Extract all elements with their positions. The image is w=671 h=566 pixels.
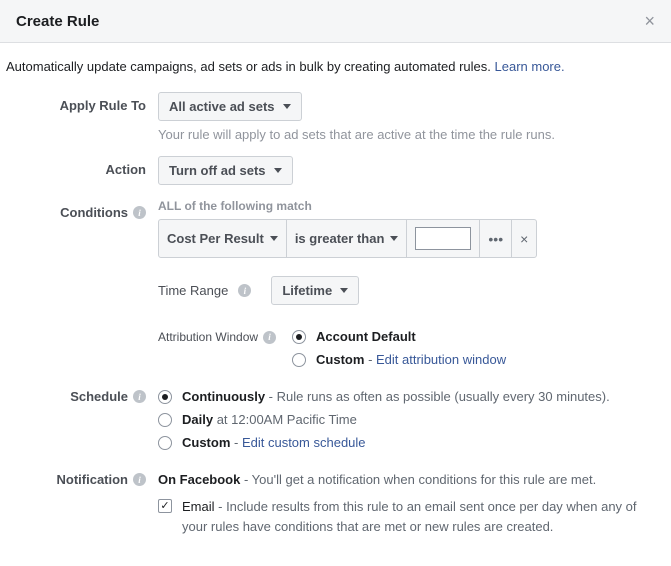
apply-rule-hint: Your rule will apply to ad sets that are… [158,127,655,142]
notification-onfb-label: On Facebook [158,472,240,487]
chevron-down-icon [340,288,348,293]
learn-more-link[interactable]: Learn more. [495,59,565,74]
dialog-title: Create Rule [16,13,99,30]
attribution-custom-radio[interactable] [292,353,306,367]
schedule-continuously-radio[interactable] [158,390,172,404]
condition-operator-value: is greater than [295,231,385,246]
time-range-dropdown[interactable]: Lifetime [271,276,359,305]
conditions-match-header: ALL of the following match [158,199,655,213]
time-range-label: Time Range [158,283,228,298]
info-icon[interactable]: i [238,284,251,297]
intro-desc: Automatically update campaigns, ad sets … [6,59,495,74]
edit-schedule-link[interactable]: Edit custom schedule [242,435,366,450]
schedule-label-text: Schedule [70,389,128,404]
schedule-custom-label: Custom [182,435,230,450]
intro-text: Automatically update campaigns, ad sets … [6,59,655,74]
schedule-daily-desc: at 12:00AM Pacific Time [213,412,357,427]
info-icon[interactable]: i [133,390,146,403]
schedule-custom-radio[interactable] [158,436,172,450]
apply-rule-label-text: Apply Rule To [60,98,146,113]
edit-attribution-link[interactable]: Edit attribution window [376,352,506,367]
apply-rule-dropdown[interactable]: All active ad sets [158,92,302,121]
schedule-custom-sep: - [230,435,242,450]
schedule-continuously-desc: - Rule runs as often as possible (usuall… [265,389,610,404]
chevron-down-icon [270,236,278,241]
condition-row: Cost Per Result is greater than ••• × [158,219,537,258]
notification-email-checkbox[interactable]: ✓ [158,499,172,513]
chevron-down-icon [274,168,282,173]
chevron-down-icon [283,104,291,109]
condition-operator-dropdown[interactable]: is greater than [287,220,408,257]
info-icon[interactable]: i [133,206,146,219]
schedule-daily-label: Daily [182,412,213,427]
action-dropdown[interactable]: Turn off ad sets [158,156,293,185]
attribution-default-label: Account Default [316,329,416,344]
condition-value-input[interactable] [415,227,471,250]
apply-rule-value: All active ad sets [169,99,275,114]
attribution-custom-label: Custom [316,352,364,367]
apply-rule-label: Apply Rule To [6,92,158,113]
action-label: Action [6,156,158,177]
info-icon[interactable]: i [133,473,146,486]
schedule-continuously-label: Continuously [182,389,265,404]
time-range-value: Lifetime [282,283,332,298]
attribution-default-radio[interactable] [292,330,306,344]
remove-condition-icon[interactable]: × [512,220,536,257]
condition-metric-dropdown[interactable]: Cost Per Result [159,220,287,257]
notification-email-label: Email [182,499,215,514]
notification-email-desc: - Include results from this rule to an e… [182,499,637,534]
action-label-text: Action [106,162,146,177]
notification-label: Notification i [6,472,158,487]
chevron-down-icon [390,236,398,241]
condition-metric-value: Cost Per Result [167,231,264,246]
action-value: Turn off ad sets [169,163,266,178]
notification-label-text: Notification [57,472,129,487]
schedule-daily-radio[interactable] [158,413,172,427]
conditions-label: Conditions i [6,199,158,220]
conditions-label-text: Conditions [60,205,128,220]
notification-onfb-desc: - You'll get a notification when conditi… [240,472,596,487]
more-icon[interactable]: ••• [480,220,512,257]
schedule-label: Schedule i [6,389,158,404]
info-icon[interactable]: i [263,331,276,344]
attribution-label: Attribution Window [158,330,258,344]
close-icon[interactable]: × [644,12,655,30]
